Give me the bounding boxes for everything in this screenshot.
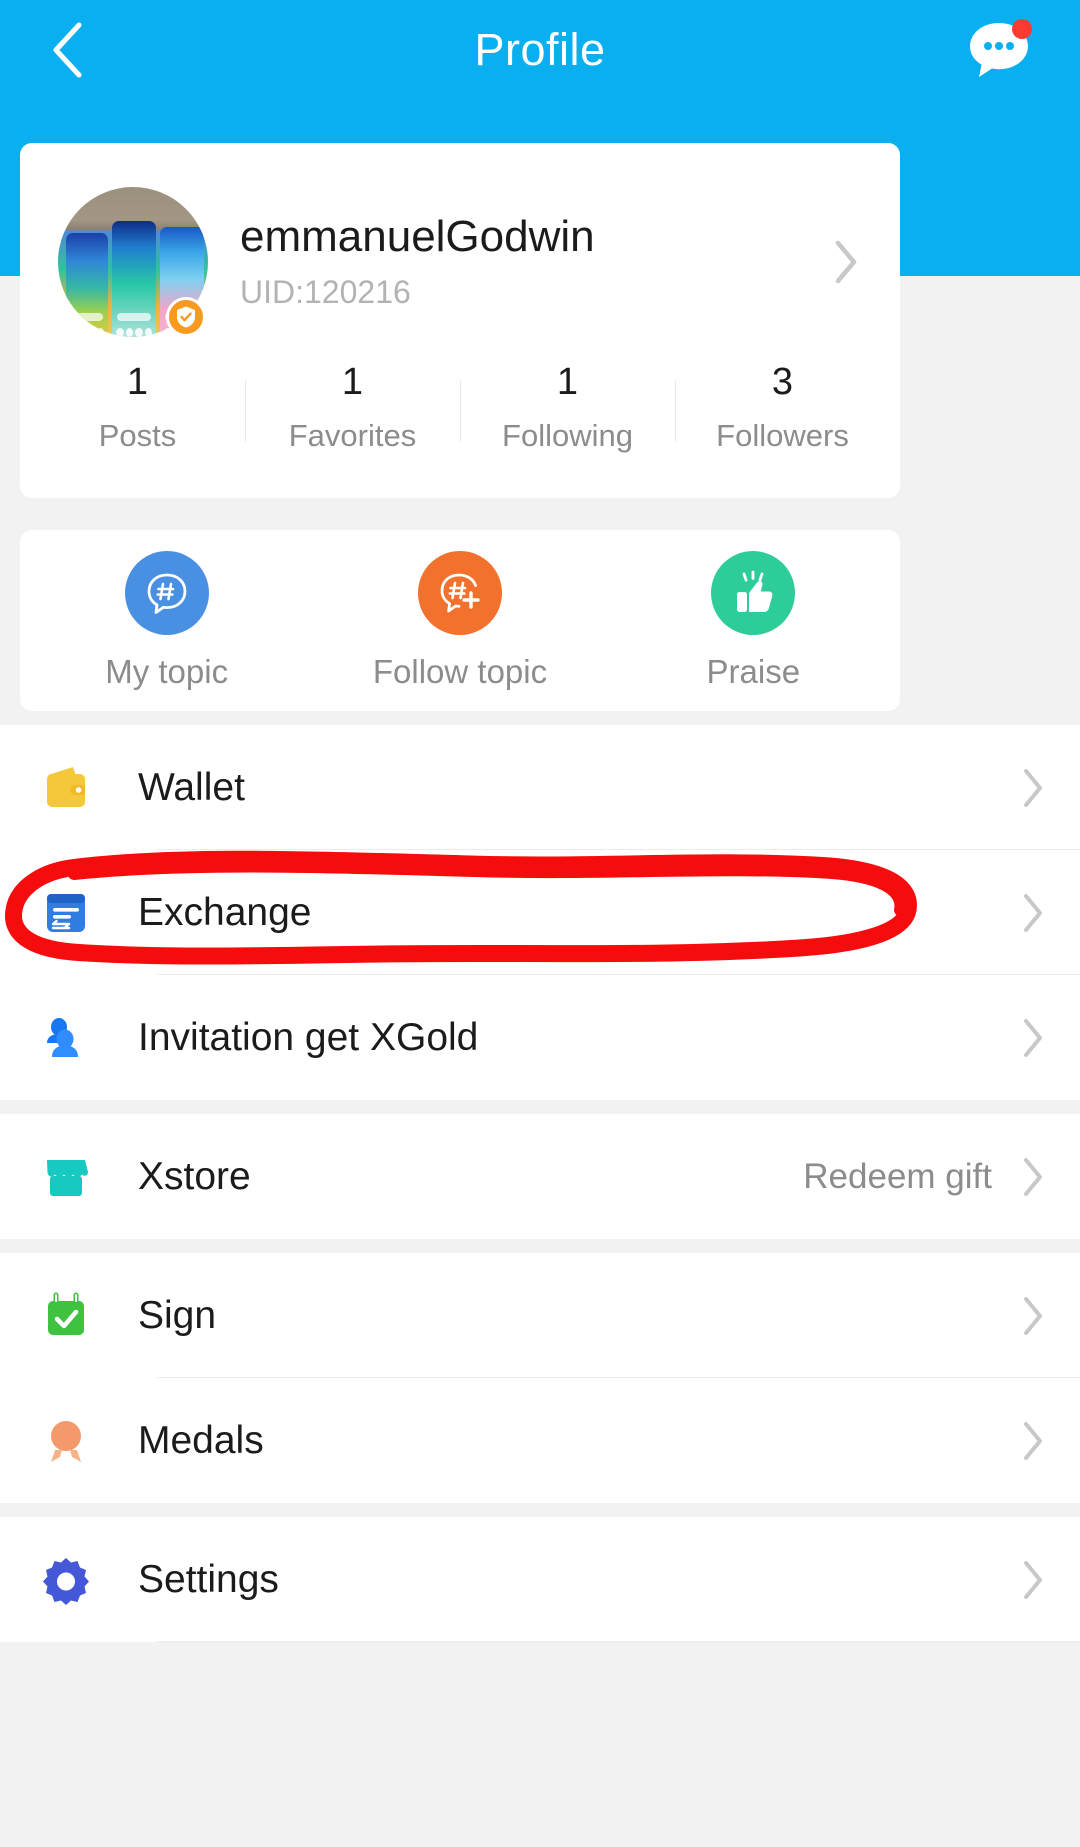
- header-bar: [0, 0, 1080, 100]
- menu-group-4: Settings: [0, 1517, 1080, 1642]
- menu-item-chevron: [1018, 1420, 1048, 1462]
- profile-screen: Profile emmanuelGodwin UID:120216 1 Post…: [0, 0, 1080, 1847]
- chevron-right-icon: [1024, 893, 1042, 932]
- menu-item-label: Medals: [138, 1418, 264, 1462]
- follow-topic-circle: [417, 550, 502, 635]
- menu-item-chevron: [1018, 1156, 1048, 1198]
- menu-item-xstore[interactable]: Xstore Redeem gift: [0, 1114, 1080, 1239]
- menu-item-medals[interactable]: Medals: [0, 1378, 1080, 1503]
- avatar-phone-dots: [70, 328, 104, 337]
- chevron-right-icon: [1024, 1421, 1042, 1460]
- menu-group-1: Wallet Exchange Invitation get XGold: [0, 725, 1080, 1100]
- action-praise[interactable]: Praise: [607, 550, 900, 691]
- unread-badge-dot: [1012, 19, 1032, 39]
- stat-value: 3: [771, 361, 794, 404]
- avatar-wrapper[interactable]: [58, 187, 208, 337]
- chevron-right-icon: [835, 240, 857, 284]
- stat-value: 1: [341, 361, 364, 404]
- menu-item-chevron: [1018, 767, 1048, 809]
- avatar-phone-2: [112, 221, 156, 337]
- chevron-left-icon: [53, 22, 82, 78]
- exchange-icon: [36, 886, 96, 940]
- stat-favorites[interactable]: 1 Favorites: [245, 361, 460, 454]
- action-follow-topic[interactable]: Follow topic: [313, 550, 606, 691]
- action-label: Follow topic: [372, 652, 548, 690]
- menu-group-2: Xstore Redeem gift: [0, 1114, 1080, 1239]
- menu-item-chevron: [1018, 1017, 1048, 1059]
- stat-label: Favorites: [288, 417, 417, 453]
- calendar-check-icon: [36, 1289, 96, 1343]
- menu-group-gap: [0, 1239, 1080, 1253]
- menu-item-label: Wallet: [138, 765, 245, 809]
- stat-value: 1: [556, 361, 579, 404]
- profile-identity-row[interactable]: emmanuelGodwin UID:120216: [20, 143, 900, 343]
- menu-group-gap: [0, 1503, 1080, 1517]
- chevron-right-icon: [1024, 1560, 1042, 1599]
- chevron-right-icon: [1024, 768, 1042, 807]
- action-label: My topic: [105, 652, 229, 690]
- menu-group-3: Sign Medals: [0, 1253, 1080, 1503]
- gear-icon: [36, 1553, 96, 1607]
- hashtag-bubble-plus-icon: [440, 573, 480, 612]
- menu-item-label: Invitation get XGold: [138, 1015, 479, 1059]
- stat-label: Posts: [98, 417, 177, 453]
- menu-item-label: Xstore: [138, 1154, 251, 1198]
- chevron-right-icon: [1024, 1296, 1042, 1335]
- menu-item-settings[interactable]: Settings: [0, 1517, 1080, 1642]
- action-my-topic[interactable]: My topic: [20, 550, 313, 691]
- menu-item-chevron: [1018, 1559, 1048, 1601]
- user-name: emmanuelGodwin: [240, 212, 595, 262]
- stat-value: 1: [126, 361, 149, 404]
- menu-item-exchange[interactable]: Exchange: [0, 850, 1080, 975]
- people-icon: [36, 1011, 96, 1065]
- menu-item-value: Redeem gift: [803, 1156, 992, 1196]
- avatar-phone-1: [66, 233, 108, 337]
- praise-circle: [711, 550, 796, 635]
- menu-list: Wallet Exchange Invitation get XGold Xst…: [0, 725, 1080, 1642]
- row-divider: [157, 1641, 1080, 1642]
- hashtag-bubble-icon: [147, 573, 187, 614]
- stat-label: Followers: [716, 417, 849, 453]
- stats-row: 1 Posts 1 Favorites 1 Following 3 Follow…: [20, 343, 900, 473]
- stat-label: Following: [502, 417, 633, 453]
- menu-item-label: Sign: [138, 1293, 217, 1337]
- menu-item-wallet[interactable]: Wallet: [0, 725, 1080, 850]
- menu-item-label: Exchange: [138, 890, 312, 934]
- avatar-phone-dots: [116, 328, 152, 337]
- menu-item-chevron: [1018, 892, 1048, 934]
- thumbs-up-icon: [737, 570, 773, 612]
- menu-group-gap: [0, 1100, 1080, 1114]
- profile-detail-chevron[interactable]: [826, 239, 866, 285]
- menu-item-sign[interactable]: Sign: [0, 1253, 1080, 1378]
- chevron-right-icon: [1024, 1018, 1042, 1057]
- verified-badge: [166, 297, 206, 337]
- my-topic-circle: [124, 550, 209, 635]
- quick-actions-card: My topic Follow topic Praise: [20, 530, 900, 711]
- menu-item-chevron: [1018, 1295, 1048, 1337]
- avatar-phone-bar: [71, 313, 103, 321]
- stat-following[interactable]: 1 Following: [460, 361, 675, 454]
- wallet-icon: [36, 761, 96, 815]
- messages-button[interactable]: [964, 15, 1034, 85]
- storefront-icon: [36, 1150, 96, 1204]
- stat-followers[interactable]: 3 Followers: [675, 361, 890, 454]
- user-uid: UID:120216: [240, 273, 411, 310]
- profile-name-block: emmanuelGodwin UID:120216: [208, 212, 826, 310]
- profile-card: emmanuelGodwin UID:120216 1 Posts 1 Favo…: [20, 143, 900, 498]
- action-label: Praise: [706, 652, 801, 690]
- chevron-right-icon: [1024, 1157, 1042, 1196]
- shield-check-icon: [177, 306, 195, 328]
- back-button[interactable]: [46, 15, 106, 85]
- menu-item-label: Settings: [138, 1557, 279, 1601]
- menu-item-invitation-get-xgold[interactable]: Invitation get XGold: [0, 975, 1080, 1100]
- stat-posts[interactable]: 1 Posts: [30, 361, 245, 454]
- avatar-phone-bar: [117, 313, 151, 321]
- medal-icon: [36, 1414, 96, 1468]
